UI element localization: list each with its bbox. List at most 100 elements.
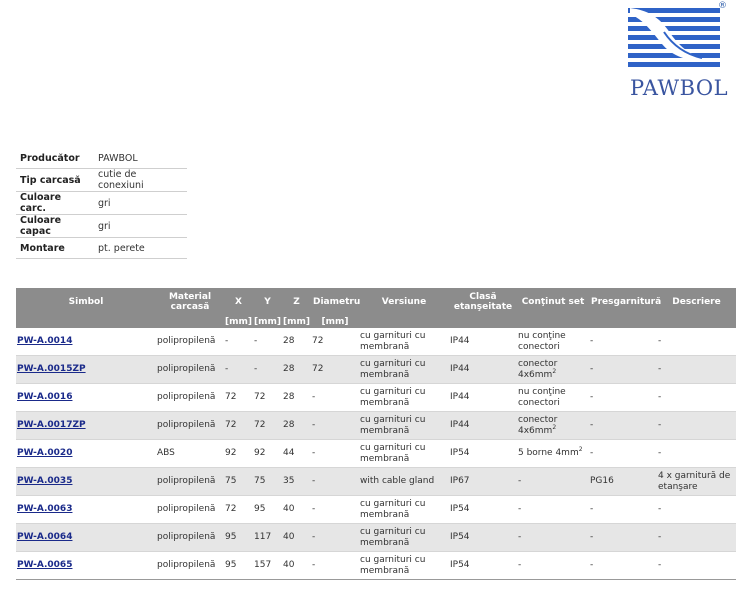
- property-label: Culoare carc.: [16, 191, 94, 215]
- cell-continut: -: [517, 495, 589, 524]
- property-row: Tip carcasă cutie de conexiuni: [16, 168, 187, 192]
- product-link[interactable]: PW-A.0035: [17, 476, 72, 486]
- unit-z: [mm]: [282, 316, 311, 328]
- col-z: Z: [282, 288, 311, 316]
- cell-y: 72: [253, 411, 282, 440]
- cell-versiune: cu garnituri cu membrană: [359, 439, 449, 468]
- cell-continut: 5 borne 4mm2: [517, 439, 589, 468]
- table-row: PW-A.0014 polipropilenă - -28 72 cu garnituri…: [16, 328, 736, 356]
- property-value: PAWBOL: [94, 148, 187, 169]
- cell-versiune: cu garnituri cu membrană: [359, 551, 449, 580]
- cell-z: 40: [282, 551, 311, 580]
- cell-y: 157: [253, 551, 282, 580]
- property-row: Culoare capac gri: [16, 214, 187, 238]
- cell-descriere: -: [657, 551, 736, 580]
- product-link[interactable]: PW-A.0016: [17, 392, 72, 402]
- cell-clasa: IP44: [449, 411, 517, 440]
- table-row: PW-A.0064 polipropilenă 95 117 40- cu garnitu…: [16, 523, 736, 552]
- cell-z: 28: [282, 411, 311, 440]
- table-row: PW-A.0015ZP polipropilenă - -28 72 cu garnitu…: [16, 355, 736, 384]
- cell-presgarnitura: -: [589, 411, 657, 440]
- continut-text: 5 borne 4mm: [518, 448, 579, 458]
- cell-versiune: cu garnituri cu membrană: [359, 355, 449, 384]
- cell-diametru: 72: [311, 328, 359, 356]
- cell-continut: conector 4x6mm2: [517, 411, 589, 440]
- cell-y: 75: [253, 467, 282, 496]
- cell-material: polipropilenă: [156, 355, 224, 384]
- table-row: PW-A.0063 polipropilenă 72 95 40- cu garnitur…: [16, 495, 736, 524]
- cell-presgarnitura: -: [589, 383, 657, 412]
- cell-material: polipropilenă: [156, 523, 224, 552]
- cell-presgarnitura: -: [589, 355, 657, 384]
- table-row: PW-A.0065 polipropilenă 95 157 40- cu garnitu…: [16, 551, 736, 580]
- cell-diametru: -: [311, 551, 359, 580]
- cell-versiune: with cable gland: [359, 467, 449, 496]
- cell-continut: -: [517, 551, 589, 580]
- cell-z: 28: [282, 355, 311, 384]
- cell-simbol: PW-A.0063: [16, 495, 156, 524]
- property-row: Producător PAWBOL: [16, 148, 187, 169]
- cell-versiune: cu garnituri cu membrană: [359, 383, 449, 412]
- cell-continut: nu conţine conectori: [517, 328, 589, 356]
- cell-x: 72: [224, 383, 253, 412]
- property-value: gri: [94, 214, 187, 238]
- col-clasa: Clasă etanşeitate: [449, 288, 517, 316]
- cell-presgarnitura: -: [589, 328, 657, 356]
- product-link[interactable]: PW-A.0064: [17, 532, 72, 542]
- cell-simbol: PW-A.0064: [16, 523, 156, 552]
- property-value: gri: [94, 191, 187, 215]
- cell-descriere: -: [657, 411, 736, 440]
- product-link[interactable]: PW-A.0017ZP: [17, 420, 86, 430]
- cell-presgarnitura: -: [589, 495, 657, 524]
- cell-continut: conector 4x6mm2: [517, 355, 589, 384]
- cell-diametru: -: [311, 495, 359, 524]
- cell-descriere: -: [657, 328, 736, 356]
- cell-continut: -: [517, 467, 589, 496]
- registered-mark: ®: [718, 1, 727, 11]
- property-label: Tip carcasă: [16, 168, 94, 192]
- pawbol-logo: ® PAWBOL: [628, 1, 743, 102]
- cell-descriere: -: [657, 495, 736, 524]
- cell-versiune: cu garnituri cu membrană: [359, 523, 449, 552]
- cell-y: 92: [253, 439, 282, 468]
- cell-y: 72: [253, 383, 282, 412]
- cell-z: 40: [282, 523, 311, 552]
- cell-z: 40: [282, 495, 311, 524]
- cell-descriere: -: [657, 383, 736, 412]
- cell-material: ABS: [156, 439, 224, 468]
- cell-diametru: -: [311, 523, 359, 552]
- cell-z: 28: [282, 328, 311, 356]
- cell-x: 75: [224, 467, 253, 496]
- col-presgarnitura: Presgarnitură: [589, 288, 661, 316]
- product-link[interactable]: PW-A.0063: [17, 504, 72, 514]
- product-link[interactable]: PW-A.0014: [17, 336, 72, 346]
- col-diametru: Diametru: [311, 288, 360, 316]
- product-link[interactable]: PW-A.0020: [17, 448, 72, 458]
- unit-diametru: [mm]: [311, 316, 359, 328]
- cell-presgarnitura: -: [589, 439, 657, 468]
- continut-text: -: [518, 476, 522, 486]
- cell-x: 72: [224, 411, 253, 440]
- cell-material: polipropilenă: [156, 551, 224, 580]
- product-link[interactable]: PW-A.0015ZP: [17, 364, 86, 374]
- cell-x: -: [224, 355, 253, 384]
- property-value: cutie de conexiuni: [94, 168, 187, 192]
- superscript: 2: [552, 367, 557, 375]
- cell-descriere: -: [657, 439, 736, 468]
- product-link[interactable]: PW-A.0065: [17, 560, 72, 570]
- cell-diametru: -: [311, 439, 359, 468]
- cell-descriere: 4 x garnitură de etanşare: [657, 467, 736, 496]
- cell-material: polipropilenă: [156, 411, 224, 440]
- superscript: 2: [552, 423, 557, 431]
- continut-text: -: [518, 504, 522, 514]
- property-row: Montare pt. perete: [16, 237, 187, 259]
- col-continut: Conţinut set: [517, 288, 589, 316]
- cell-descriere: -: [657, 355, 736, 384]
- cell-x: 92: [224, 439, 253, 468]
- cell-clasa: IP54: [449, 523, 517, 552]
- cell-clasa: IP54: [449, 495, 517, 524]
- unit-x: [mm]: [224, 316, 253, 328]
- table-row: PW-A.0035 polipropilenă 75 75 35- with cable …: [16, 467, 736, 496]
- cell-continut: nu conţine conectori: [517, 383, 589, 412]
- property-label: Culoare capac: [16, 214, 94, 238]
